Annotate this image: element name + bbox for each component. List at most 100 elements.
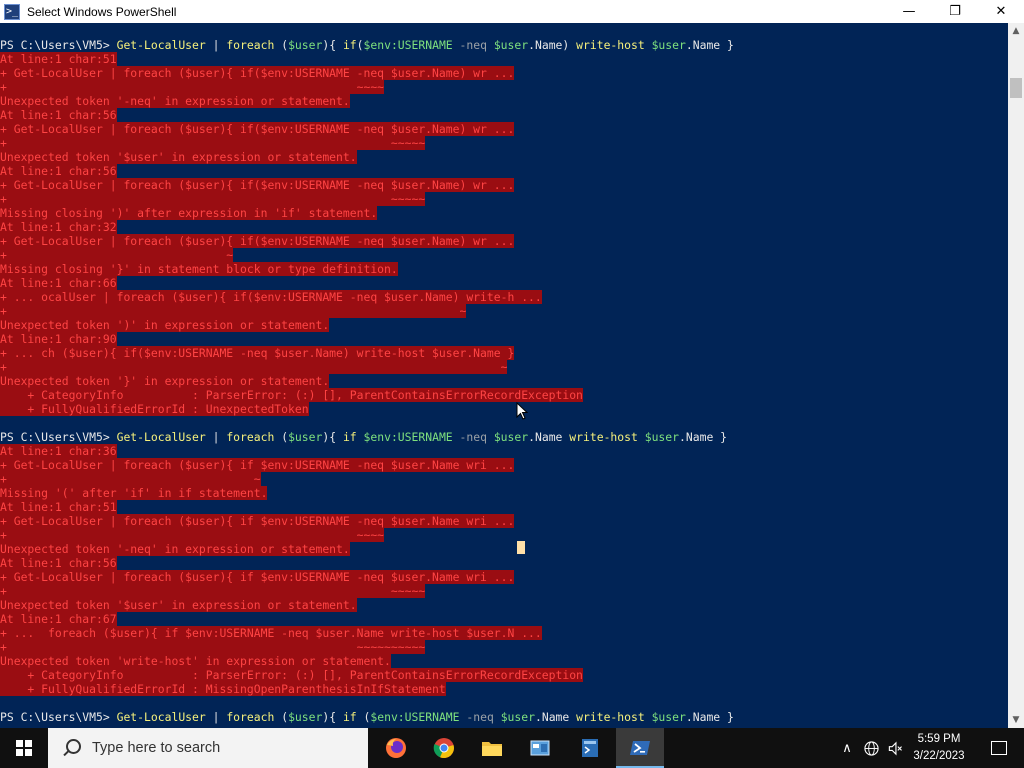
maximize-button[interactable]: ❐ [932,0,978,23]
error-text: At line:1 char:56 [0,108,117,122]
command-token: $env:USERNAME [363,430,453,444]
error-output-line: Missing closing ')' after expression in … [0,206,378,220]
error-output-line: At line:1 char:67 [0,612,117,626]
error-text: Unexpected token ')' in expression or st… [0,318,330,332]
taskbar-file-explorer[interactable] [468,728,516,768]
error-text: + ... ocalUser | foreach ($user){ if($en… [0,290,542,304]
command-token [645,710,652,724]
scrollbar-thumb[interactable] [1010,78,1022,98]
error-text: + ~ [0,248,234,262]
network-icon[interactable] [860,728,882,768]
error-output-line: At line:1 char:56 [0,108,117,122]
window-controls: — ❐ ✕ [886,0,1024,23]
command-token: write-host [576,710,645,724]
error-text: + ~~~~ [0,80,385,94]
command-token: ( [356,38,364,52]
error-text: + CategoryInfo : ParserError: (:) [], Pa… [0,668,583,682]
error-text: At line:1 char:56 [0,556,117,570]
error-text: + FullyQualifiedErrorId : UnexpectedToke… [0,402,309,416]
error-output-line: + FullyQualifiedErrorId : MissingOpenPar… [0,682,446,696]
notification-icon [991,741,1007,755]
console-output[interactable]: PS C:\Users\VM5> Get-LocalUser | foreach… [0,23,1008,728]
firefox-icon [386,738,406,758]
error-text: At line:1 char:90 [0,332,117,346]
command-token: -neq [459,710,501,724]
command-token: $user [500,710,535,724]
error-output-line: Unexpected token 'write-host' in express… [0,654,391,668]
window-title: Select Windows PowerShell [27,4,177,19]
scroll-up-arrow-icon[interactable]: ▲ [1008,23,1024,39]
error-text: Missing closing '}' in statement block o… [0,262,398,276]
search-icon [62,739,81,757]
start-button[interactable] [0,728,48,768]
command-token: ){ [322,38,343,52]
taskbar-control-panel[interactable] [516,728,564,768]
chrome-icon [433,738,454,759]
control-panel-icon [530,740,550,756]
close-button[interactable]: ✕ [978,0,1024,23]
command-token: $user [651,38,686,52]
error-text: Unexpected token '$user' in expression o… [0,150,357,164]
command-token: .Name } [685,38,734,52]
error-text: At line:1 char:51 [0,52,117,66]
search-placeholder: Type here to search [92,740,221,756]
command-token: .Name [528,430,570,444]
show-hidden-icons-chevron-icon[interactable]: ∧ [836,728,858,768]
error-output-line: + ... ch ($user){ if($env:USERNAME -neq … [0,346,515,360]
error-text: Unexpected token '$user' in expression o… [0,598,357,612]
error-output-line: + ~ [0,248,234,262]
command-token: $user [288,710,323,724]
command-token: -neq [452,430,494,444]
error-output-line: + ~~~~~ [0,192,426,206]
taskbar-firefox[interactable] [372,728,420,768]
error-output-line: + ~ [0,360,508,374]
command-token: .Name } [679,430,728,444]
powershell-ise-icon [582,739,598,757]
command-token: foreach [226,430,275,444]
mouse-pointer-icon [516,402,528,420]
error-output-line: + Get-LocalUser | foreach ($user){ if($e… [0,178,515,192]
error-text: + CategoryInfo : ParserError: (:) [], Pa… [0,388,583,402]
command-token: ( [274,38,289,52]
command-token: foreach [226,38,275,52]
command-token: .Name) [528,38,577,52]
minimize-button[interactable]: — [886,0,932,23]
error-output-line: At line:1 char:90 [0,332,117,346]
error-output-line: Unexpected token ')' in expression or st… [0,318,330,332]
command-token: | [205,710,227,724]
command-token: if [342,710,357,724]
taskbar-powershell[interactable] [616,728,664,768]
error-output-line: At line:1 char:56 [0,164,117,178]
action-center-button[interactable] [975,728,1023,768]
command-token: $user [644,430,680,444]
error-text: Missing '(' after 'if' in if statement. [0,486,268,500]
taskbar-clock[interactable]: 5:59 PM 3/22/2023 [910,731,968,765]
taskbar-chrome[interactable] [420,728,468,768]
console-scrollbar[interactable]: ▲ ▼ [1008,23,1024,728]
error-text: At line:1 char:51 [0,500,117,514]
error-output-line: + CategoryInfo : ParserError: (:) [], Pa… [0,388,583,402]
file-explorer-icon [482,742,502,756]
scroll-down-arrow-icon[interactable]: ▼ [1008,712,1024,728]
command-token [357,430,364,444]
title-bar[interactable]: >_ Select Windows PowerShell — ❐ ✕ [0,0,1024,23]
error-text: At line:1 char:36 [0,444,117,458]
error-text: + ... foreach ($user){ if $env:USERNAME … [0,626,542,640]
command-token: $user [493,430,529,444]
command-token: write-host [576,38,645,52]
taskbar-search-box[interactable]: Type here to search [48,728,368,768]
volume-muted-icon[interactable] [884,728,906,768]
command-prompt-line: PS C:\Users\VM5> Get-LocalUser | foreach… [0,430,727,444]
prompt-text: PS C:\Users\VM5> [0,38,117,52]
error-output-line: Unexpected token '-neq' in expression or… [0,94,350,108]
command-token: if [342,430,357,444]
error-text: At line:1 char:56 [0,164,117,178]
error-text: + FullyQualifiedErrorId : MissingOpenPar… [0,682,446,696]
error-text: Unexpected token '-neq' in expression or… [0,542,350,556]
error-text: + Get-LocalUser | foreach ($user){ if $e… [0,570,515,584]
error-text: Unexpected token 'write-host' in express… [0,654,391,668]
error-text: + ~ [0,472,261,486]
taskbar-powershell-ise[interactable] [566,728,614,768]
error-output-line: + ~~~~ [0,80,385,94]
error-text: + ~~~~ [0,528,385,542]
